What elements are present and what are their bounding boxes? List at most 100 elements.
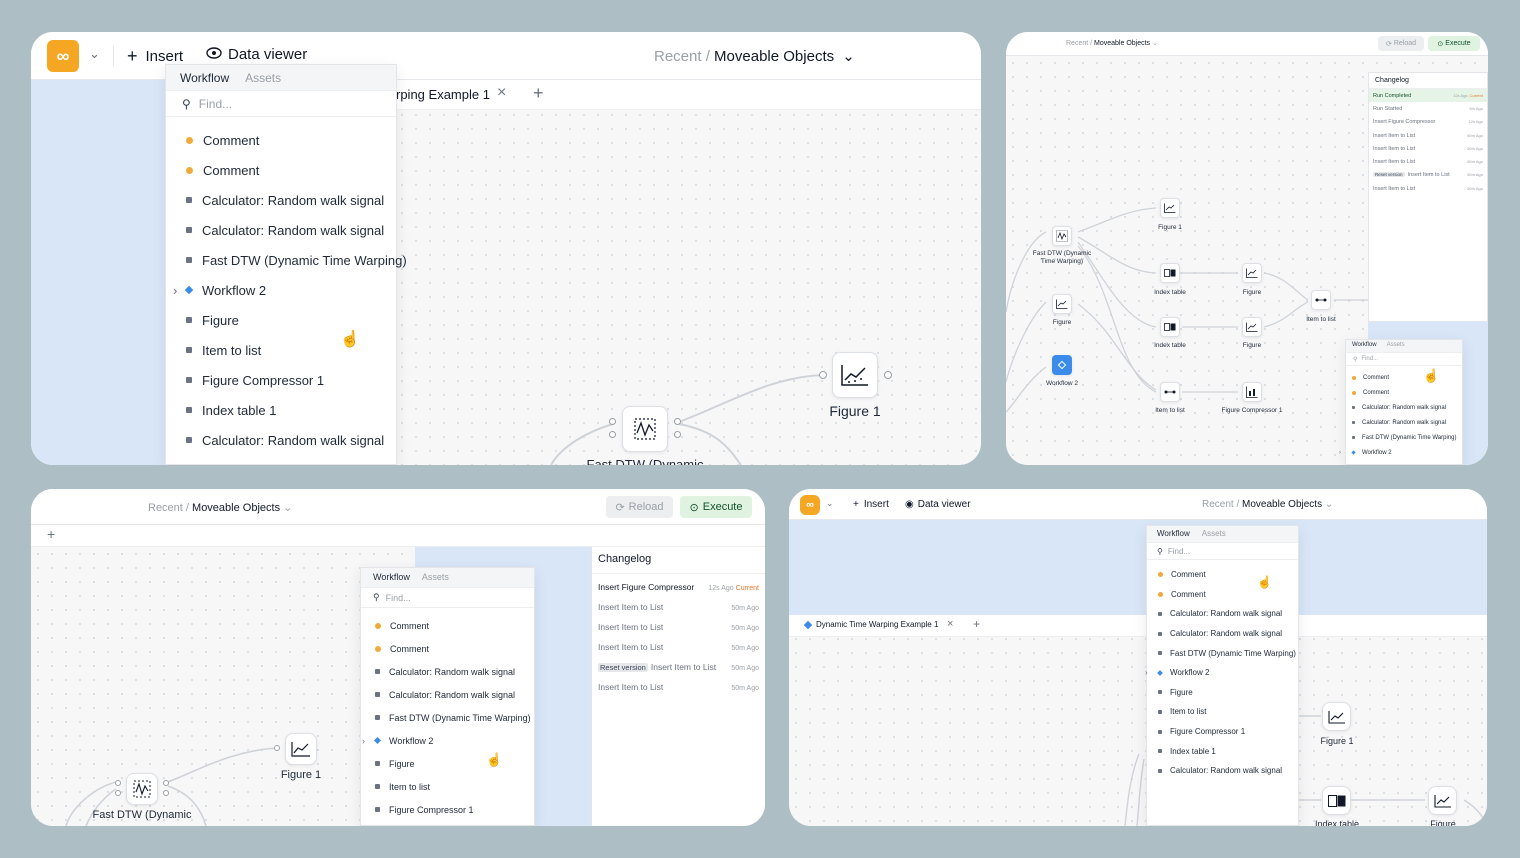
graph-node[interactable] bbox=[1242, 263, 1262, 283]
reset-version-badge[interactable]: Reset version bbox=[1373, 172, 1405, 178]
tab-assets[interactable]: Assets bbox=[1387, 342, 1405, 350]
input-port[interactable] bbox=[274, 745, 280, 751]
menu-item[interactable]: Comment bbox=[1147, 565, 1298, 585]
changelog-entry[interactable]: Reset version Insert Item to List 50m Ago bbox=[1369, 169, 1487, 182]
menu-item[interactable]: Calculator: Random walk signal bbox=[1147, 624, 1298, 644]
changelog-entry[interactable]: Insert Item to List 50m Ago bbox=[1369, 129, 1487, 142]
menu-item[interactable]: Calculator: Random walk signal bbox=[1147, 604, 1298, 624]
menu-item[interactable]: Comment bbox=[166, 155, 396, 185]
menu-item[interactable]: Calculator: Random walk signal bbox=[166, 215, 396, 245]
menu-item[interactable]: › Workflow 2 bbox=[361, 729, 534, 752]
graph-node[interactable] bbox=[1242, 317, 1262, 337]
menu-item[interactable]: Fast DTW (Dynamic Time Warping) bbox=[1346, 430, 1462, 445]
figure-node[interactable] bbox=[1322, 702, 1351, 731]
changelog-entry[interactable]: Insert Item to List 50m Ago bbox=[1369, 142, 1487, 155]
search-input[interactable]: ⚲ Find... bbox=[1346, 353, 1462, 366]
workflow-diamond-icon bbox=[184, 285, 194, 295]
menu-item[interactable]: Figure bbox=[166, 305, 396, 335]
chevron-right-icon[interactable]: › bbox=[1339, 450, 1341, 456]
output-port[interactable] bbox=[674, 418, 681, 425]
changelog-entry[interactable]: Run Started 5m Ago bbox=[1369, 102, 1487, 115]
reset-version-badge[interactable]: Reset version bbox=[598, 663, 648, 672]
menu-item[interactable]: Calculator: Random walk signal bbox=[166, 185, 396, 215]
search-input[interactable]: ⚲ Find... bbox=[361, 588, 534, 608]
input-port[interactable] bbox=[609, 418, 616, 425]
tab-workflow[interactable]: Workflow bbox=[1352, 342, 1377, 350]
menu-item[interactable]: › Workflow 2 bbox=[1145, 663, 1298, 683]
graph-node[interactable] bbox=[1311, 290, 1331, 310]
menu-item[interactable]: Index table 1 bbox=[1147, 741, 1298, 761]
search-input[interactable]: ⚲ Find... bbox=[166, 91, 396, 117]
menu-item[interactable]: Comment bbox=[361, 614, 534, 637]
changelog-entry[interactable]: Reset version Insert Item to List 50m Ago bbox=[592, 657, 765, 677]
input-port[interactable] bbox=[115, 790, 121, 796]
index-table-node[interactable] bbox=[1322, 786, 1351, 815]
menu-item-label: Comment bbox=[203, 132, 260, 148]
chevron-right-icon[interactable]: › bbox=[173, 283, 177, 298]
tab-assets[interactable]: Assets bbox=[245, 71, 281, 85]
menu-item[interactable]: Figure bbox=[1147, 683, 1298, 703]
changelog-entry[interactable]: Insert Figure Compressor 12s Ago bbox=[1369, 116, 1487, 129]
menu-item[interactable]: Comment bbox=[361, 637, 534, 660]
graph-node[interactable] bbox=[1160, 317, 1180, 337]
graph-node[interactable] bbox=[1052, 294, 1072, 314]
workflow-node[interactable] bbox=[1052, 355, 1072, 375]
menu-item[interactable]: Index table 1 bbox=[166, 395, 396, 425]
search-input[interactable]: ⚲ Find... bbox=[1147, 543, 1298, 560]
input-port[interactable] bbox=[819, 371, 827, 379]
changelog-entry[interactable]: Insert Figure Compressor 12s Ago Current bbox=[592, 577, 765, 597]
menu-item[interactable]: Fast DTW (Dynamic Time Warping) bbox=[166, 245, 407, 275]
menu-item[interactable]: Calculator: Random walk signal bbox=[1346, 415, 1462, 430]
menu-item[interactable]: Calculator: Random walk signal bbox=[1147, 761, 1298, 781]
menu-item[interactable]: Comment bbox=[1147, 585, 1298, 605]
menu-item[interactable]: Item to list bbox=[1147, 702, 1298, 722]
fast-dtw-node[interactable] bbox=[126, 773, 158, 805]
menu-item[interactable]: Figure Compressor 1 bbox=[166, 365, 396, 395]
fast-dtw-node[interactable] bbox=[622, 406, 668, 452]
figure-node[interactable] bbox=[285, 733, 317, 765]
menu-item[interactable]: Figure bbox=[361, 752, 534, 775]
graph-node[interactable] bbox=[1242, 382, 1262, 402]
graph-node[interactable] bbox=[1160, 198, 1180, 218]
output-port[interactable] bbox=[884, 371, 892, 379]
menu-item[interactable]: Item to list bbox=[361, 775, 534, 798]
menu-item[interactable]: Calculator: Random walk signal bbox=[166, 425, 396, 455]
menu-item[interactable]: Figure Compressor 1 bbox=[361, 798, 534, 821]
input-port[interactable] bbox=[609, 431, 616, 438]
changelog-entry[interactable]: Insert Item to List 50m Ago bbox=[592, 597, 765, 617]
changelog-entry[interactable]: Insert Item to List 50m Ago bbox=[592, 617, 765, 637]
graph-node[interactable] bbox=[1052, 226, 1072, 246]
tab-assets[interactable]: Assets bbox=[422, 572, 449, 583]
menu-item[interactable]: Fast DTW (Dynamic Time Warping) bbox=[361, 706, 534, 729]
chevron-right-icon[interactable]: › bbox=[362, 736, 365, 746]
chevron-right-icon[interactable]: › bbox=[1145, 668, 1148, 677]
menu-item[interactable]: Comment bbox=[1346, 385, 1462, 400]
menu-item[interactable]: Comment bbox=[166, 125, 396, 155]
changelog-entry[interactable]: Insert Item to List 50m Ago bbox=[592, 637, 765, 657]
tab-workflow[interactable]: Workflow bbox=[180, 71, 229, 85]
tab-workflow[interactable]: Workflow bbox=[373, 572, 410, 583]
menu-item[interactable]: › Workflow 2 bbox=[1339, 445, 1462, 460]
changelog-entry[interactable]: Run Completed 12s Ago Current bbox=[1369, 89, 1487, 103]
figure-node[interactable] bbox=[832, 352, 878, 398]
figure-node[interactable] bbox=[1428, 786, 1457, 815]
graph-node[interactable] bbox=[1160, 382, 1180, 402]
output-port[interactable] bbox=[163, 780, 169, 786]
menu-item[interactable]: Figure Compressor 1 bbox=[1147, 722, 1298, 742]
menu-item[interactable]: Calculator: Random walk signal bbox=[1346, 400, 1462, 415]
changelog-entry[interactable]: Insert Item to List 50m Ago bbox=[1369, 182, 1487, 195]
tab-assets[interactable]: Assets bbox=[1202, 529, 1226, 539]
menu-item[interactable]: Calculator: Random walk signal bbox=[361, 660, 534, 683]
menu-item[interactable]: Comment bbox=[1346, 370, 1462, 385]
tab-workflow[interactable]: Workflow bbox=[1157, 529, 1190, 539]
menu-item[interactable]: Calculator: Random walk signal bbox=[361, 683, 534, 706]
changelog-entry[interactable]: Insert Item to List 50m Ago bbox=[1369, 155, 1487, 168]
input-port[interactable] bbox=[115, 780, 121, 786]
changelog-entry[interactable]: Insert Item to List 50m Ago bbox=[592, 677, 765, 697]
graph-node[interactable] bbox=[1160, 263, 1180, 283]
output-port[interactable] bbox=[674, 431, 681, 438]
menu-item[interactable]: Item to list bbox=[166, 335, 396, 365]
output-port[interactable] bbox=[163, 790, 169, 796]
menu-item[interactable]: › Workflow 2 bbox=[166, 275, 396, 305]
menu-item[interactable]: Fast DTW (Dynamic Time Warping) bbox=[1147, 643, 1298, 663]
